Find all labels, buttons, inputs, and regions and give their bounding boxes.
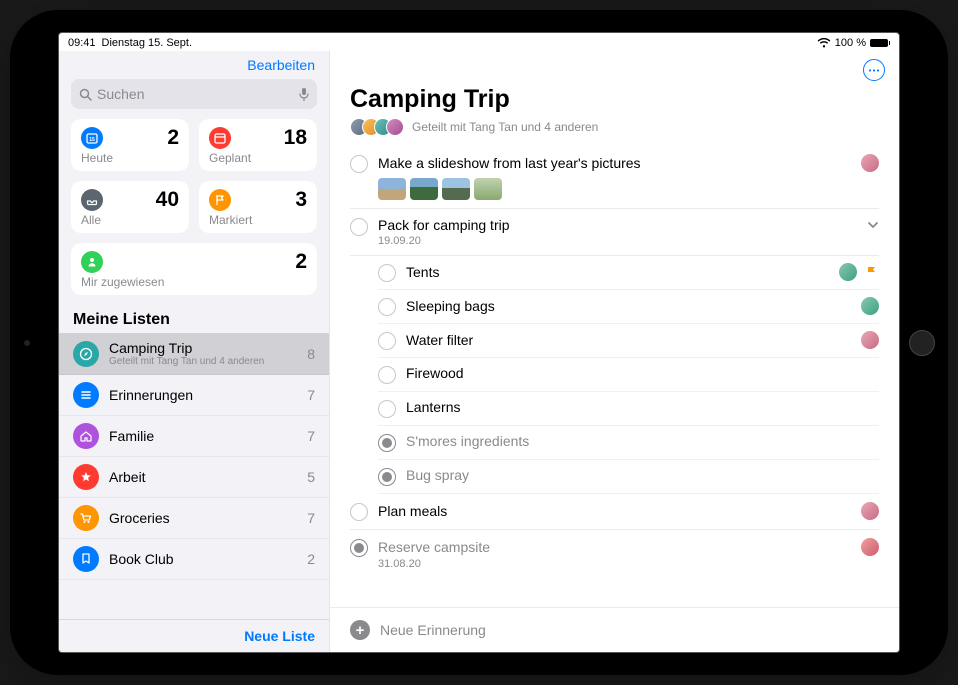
- list-subtitle: Geteilt mit Tang Tan und 4 anderen: [109, 356, 297, 367]
- assignee-avatar: [861, 502, 879, 520]
- list-name: Groceries: [109, 510, 297, 526]
- list-icon: [73, 382, 99, 408]
- flag-icon: [865, 265, 879, 279]
- reminder-item[interactable]: Water filter: [378, 324, 879, 358]
- sidebar-list-item[interactable]: Groceries 7: [59, 498, 329, 539]
- sidebar: Bearbeiten Suchen 15 2 Heut: [59, 51, 329, 652]
- svg-text:15: 15: [89, 137, 95, 143]
- new-list-button[interactable]: Neue Liste: [59, 619, 329, 652]
- completion-radio[interactable]: [378, 332, 396, 350]
- list-title: Camping Trip: [330, 83, 899, 118]
- calendar-icon: [209, 127, 231, 149]
- completion-radio[interactable]: [378, 468, 396, 486]
- list-icon: [73, 546, 99, 572]
- smart-all[interactable]: 40 Alle: [71, 181, 189, 233]
- list-name: Camping Trip: [109, 340, 297, 356]
- reminder-title: Bug spray: [406, 467, 879, 483]
- reminder-title: Tents: [406, 264, 831, 280]
- completion-radio[interactable]: [378, 400, 396, 418]
- flag-icon: [209, 189, 231, 211]
- completion-radio[interactable]: [350, 155, 368, 173]
- assignee-avatar: [839, 263, 857, 281]
- reminder-item[interactable]: Firewood: [378, 358, 879, 392]
- my-lists-title: Meine Listen: [59, 305, 329, 333]
- smart-scheduled[interactable]: 18 Geplant: [199, 119, 317, 171]
- list-count: 2: [307, 551, 315, 567]
- reminder-title: Lanterns: [406, 399, 879, 415]
- completion-radio[interactable]: [378, 264, 396, 282]
- reminder-title: Plan meals: [378, 503, 853, 519]
- list-icon: [73, 341, 99, 367]
- subtasks: Tents Sleeping bags Water filter: [350, 256, 879, 494]
- completion-radio[interactable]: [378, 434, 396, 452]
- list-name: Book Club: [109, 551, 297, 567]
- reminder-item[interactable]: S'mores ingredients: [378, 426, 879, 460]
- list-icon: [73, 464, 99, 490]
- reminder-date: 31.08.20: [378, 558, 879, 570]
- smart-assigned[interactable]: 2 Mir zugewiesen: [71, 243, 317, 295]
- reminder-item[interactable]: Sleeping bags: [378, 290, 879, 324]
- home-button[interactable]: [909, 330, 935, 356]
- plus-icon: +: [350, 620, 370, 640]
- list-count: 7: [307, 428, 315, 444]
- attachment-thumbs[interactable]: [378, 178, 879, 200]
- completion-radio[interactable]: [378, 366, 396, 384]
- assignee-avatar: [861, 297, 879, 315]
- sidebar-list-item[interactable]: Erinnerungen 7: [59, 375, 329, 416]
- person-icon: [81, 251, 103, 273]
- reminder-item[interactable]: Lanterns: [378, 392, 879, 426]
- calendar-today-icon: 15: [81, 127, 103, 149]
- tray-icon: [81, 189, 103, 211]
- reminder-date: 19.09.20: [378, 235, 879, 247]
- reminder-title: Pack for camping trip: [378, 217, 859, 233]
- share-avatars: [350, 118, 404, 136]
- list-name: Familie: [109, 428, 297, 444]
- list-count: 7: [307, 387, 315, 403]
- list-name: Erinnerungen: [109, 387, 297, 403]
- edit-button[interactable]: Bearbeiten: [59, 51, 329, 79]
- list-icon: [73, 505, 99, 531]
- search-icon: [79, 88, 92, 101]
- sidebar-list-item[interactable]: Camping Trip Geteilt mit Tang Tan und 4 …: [59, 333, 329, 375]
- shared-with-row[interactable]: Geteilt mit Tang Tan und 4 anderen: [330, 118, 899, 146]
- sidebar-list-item[interactable]: Book Club 2: [59, 539, 329, 580]
- reminder-title: Reserve campsite: [378, 539, 853, 555]
- reminder-title: Firewood: [406, 365, 879, 381]
- new-reminder-button[interactable]: + Neue Erinnerung: [330, 607, 899, 652]
- chevron-down-icon[interactable]: [867, 221, 879, 229]
- completion-radio[interactable]: [350, 503, 368, 521]
- assignee-avatar: [861, 154, 879, 172]
- completion-radio[interactable]: [350, 218, 368, 236]
- reminder-item[interactable]: Bug spray: [378, 460, 879, 494]
- sidebar-list-item[interactable]: Familie 7: [59, 416, 329, 457]
- detail-pane: Camping Trip Geteilt mit Tang Tan und 4 …: [329, 51, 899, 652]
- search-placeholder: Suchen: [97, 86, 144, 102]
- mic-icon[interactable]: [299, 87, 309, 101]
- smart-today[interactable]: 15 2 Heute: [71, 119, 189, 171]
- reminder-title: Make a slideshow from last year's pictur…: [378, 155, 853, 171]
- shared-text: Geteilt mit Tang Tan und 4 anderen: [412, 120, 598, 134]
- reminder-item[interactable]: Plan meals: [350, 494, 879, 530]
- reminder-item[interactable]: Make a slideshow from last year's pictur…: [350, 146, 879, 209]
- search-input[interactable]: Suchen: [71, 79, 317, 109]
- reminder-item[interactable]: Tents: [378, 256, 879, 290]
- reminder-item[interactable]: Pack for camping trip 19.09.20: [350, 209, 879, 256]
- reminder-title: Sleeping bags: [406, 298, 853, 314]
- reminder-title: Water filter: [406, 332, 853, 348]
- list-icon: [73, 423, 99, 449]
- assignee-avatar: [861, 331, 879, 349]
- assignee-avatar: [861, 538, 879, 556]
- reminder-item[interactable]: Reserve campsite 31.08.20: [350, 530, 879, 578]
- completion-radio[interactable]: [350, 539, 368, 557]
- smart-flagged[interactable]: 3 Markiert: [199, 181, 317, 233]
- list-name: Arbeit: [109, 469, 297, 485]
- list-count: 8: [307, 346, 315, 362]
- list-count: 7: [307, 510, 315, 526]
- more-button[interactable]: [863, 59, 885, 81]
- list-count: 5: [307, 469, 315, 485]
- reminder-title: S'mores ingredients: [406, 433, 879, 449]
- completion-radio[interactable]: [378, 298, 396, 316]
- sidebar-list-item[interactable]: Arbeit 5: [59, 457, 329, 498]
